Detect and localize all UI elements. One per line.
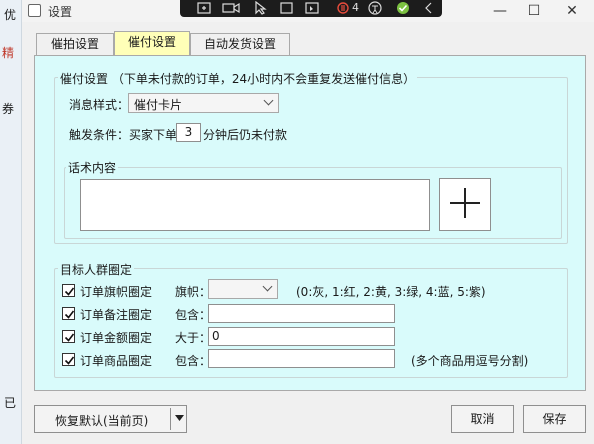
product-input[interactable] xyxy=(208,349,395,368)
audio-icon[interactable] xyxy=(334,1,352,15)
amount-filter-label: 订单金额圈定 xyxy=(80,331,153,345)
trigger-suffix-label: 分钟后仍未付款 xyxy=(203,128,288,142)
background-text: 精 xyxy=(2,46,15,60)
floating-toolbar: 4 xyxy=(180,0,442,17)
audience-group-legend: 目标人群圈定 xyxy=(58,261,135,278)
add-content-button[interactable] xyxy=(439,178,491,231)
script-content-textarea[interactable] xyxy=(80,179,430,231)
accessibility-icon[interactable] xyxy=(366,1,384,15)
remark-filter-label: 订单备注圈定 xyxy=(80,308,153,322)
checkmark-icon xyxy=(64,356,75,365)
select-region-icon[interactable] xyxy=(278,1,296,15)
message-style-value: 催付卡片 xyxy=(134,98,183,112)
amount-field-label: 大于： xyxy=(175,331,212,345)
confirm-icon[interactable] xyxy=(394,1,412,15)
split-divider xyxy=(170,408,171,430)
add-screen-icon[interactable] xyxy=(196,1,214,15)
checkmark-icon xyxy=(64,310,75,319)
payment-group-legend: 催付设置 （下单未付款的订单，24小时内不会重复发送催付信息） xyxy=(58,70,418,87)
checkmark-icon xyxy=(64,287,75,296)
tab-remind-order[interactable]: 催拍设置 xyxy=(36,33,114,55)
background-app-strip: 优 精 券 已 xyxy=(0,0,22,444)
tab-label: 催付设置 xyxy=(127,35,176,49)
flag-filter-checkbox[interactable] xyxy=(62,284,75,297)
flag-field-label: 旗帜： xyxy=(175,285,212,299)
product-field-label: 包含： xyxy=(175,354,212,368)
maximize-button[interactable]: ☐ xyxy=(514,1,554,21)
camera-icon[interactable] xyxy=(222,1,240,15)
product-filter-label: 订单商品圈定 xyxy=(80,354,153,368)
product-filter-checkbox[interactable] xyxy=(62,353,75,366)
trigger-prefix-label: 触发条件：买家下单 xyxy=(69,128,178,142)
save-button[interactable]: 保存 xyxy=(523,405,586,433)
tab-remind-payment[interactable]: 催付设置 xyxy=(114,31,190,56)
flag-hint: (0:灰, 1:红, 2:黄, 3:绿, 4:蓝, 5:紫) xyxy=(296,285,486,299)
remark-input[interactable] xyxy=(208,304,395,323)
background-text: 券 xyxy=(2,102,15,116)
amount-input[interactable]: 0 xyxy=(208,327,395,346)
trigger-minutes-input[interactable]: 3 xyxy=(176,123,201,142)
flag-select[interactable] xyxy=(208,279,278,299)
collapse-icon[interactable] xyxy=(420,1,438,15)
close-button[interactable]: ✕ xyxy=(552,1,592,21)
chevron-down-icon xyxy=(263,95,274,106)
window-capture-icon[interactable] xyxy=(304,1,322,15)
chevron-down-icon xyxy=(262,281,273,292)
restore-default-button[interactable]: 恢复默认(当前页) xyxy=(34,405,187,433)
app-icon xyxy=(28,4,41,17)
tab-auto-ship[interactable]: 自动发货设置 xyxy=(190,33,290,55)
caret-down-icon[interactable] xyxy=(175,415,184,421)
product-hint: (多个商品用逗号分割) xyxy=(411,354,529,368)
checkmark-icon xyxy=(64,333,75,342)
background-text: 已 xyxy=(4,396,17,410)
window-title: 设置 xyxy=(48,5,73,19)
remark-filter-checkbox[interactable] xyxy=(62,307,75,320)
toolbar-badge: 4 xyxy=(352,1,359,14)
tab-label: 催拍设置 xyxy=(50,37,99,51)
cursor-icon[interactable] xyxy=(252,1,270,15)
tab-label: 自动发货设置 xyxy=(203,37,276,51)
restore-default-label: 恢复默认(当前页) xyxy=(55,414,149,428)
cancel-button[interactable]: 取消 xyxy=(451,405,514,433)
flag-filter-label: 订单旗帜圈定 xyxy=(80,285,153,299)
script-group-legend: 话术内容 xyxy=(66,159,119,176)
background-text: 优 xyxy=(4,8,17,22)
message-style-select[interactable]: 催付卡片 xyxy=(128,93,279,113)
message-style-label: 消息样式： xyxy=(69,98,130,112)
remark-field-label: 包含： xyxy=(175,308,212,322)
amount-filter-checkbox[interactable] xyxy=(62,330,75,343)
